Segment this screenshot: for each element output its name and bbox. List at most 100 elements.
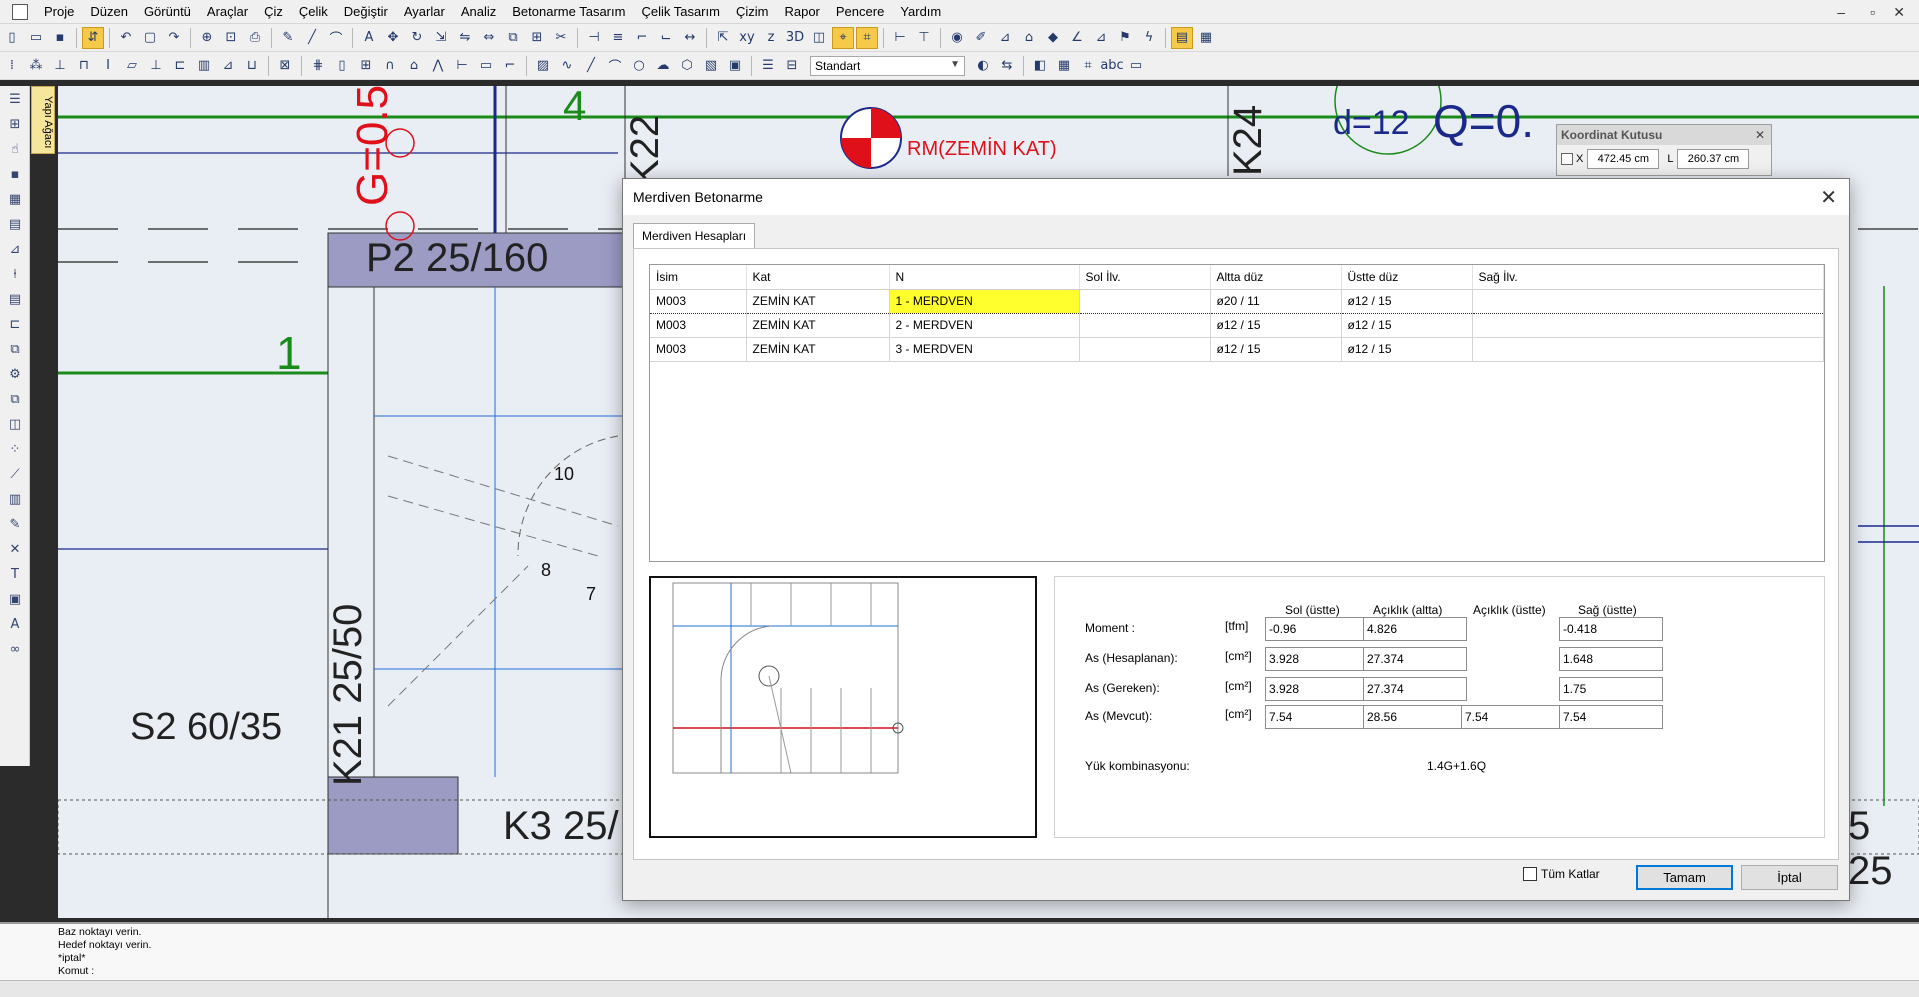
column-header[interactable]: Üstte düz bbox=[1341, 265, 1473, 290]
slab-icon[interactable]: ▱ bbox=[121, 55, 143, 77]
table-row[interactable]: M003 ZEMİN KAT 2 - MERDVEN ø12 / 15 ø12 / 15 bbox=[650, 313, 1824, 338]
hatch-icon[interactable]: ▧ bbox=[700, 55, 722, 77]
column-header[interactable]: Sağ İlv. bbox=[1472, 265, 1824, 290]
zoom-window-icon[interactable]: ⊡ bbox=[220, 27, 242, 49]
paint-icon[interactable]: ▣ bbox=[4, 589, 26, 611]
wall-icon[interactable]: ⊓ bbox=[73, 55, 95, 77]
table-cell[interactable]: 3 - MERDVEN bbox=[889, 337, 1080, 362]
result-field[interactable]: 7.54 bbox=[1265, 705, 1369, 729]
menu-item[interactable]: Pencere bbox=[828, 0, 892, 24]
window-icon[interactable]: ▢ bbox=[139, 27, 161, 49]
menu-item[interactable]: Çelik Tasarım bbox=[633, 0, 728, 24]
table-cell[interactable]: M003 bbox=[650, 288, 747, 314]
table-cell[interactable]: M003 bbox=[650, 337, 747, 362]
bulb-icon[interactable]: ◉ bbox=[946, 27, 968, 49]
pencil-icon[interactable]: ✎ bbox=[277, 27, 299, 49]
all-floors-checkbox[interactable] bbox=[1523, 867, 1537, 881]
menu-item[interactable]: Ayarlar bbox=[396, 0, 453, 24]
table-cell[interactable]: ø12 / 15 bbox=[1341, 313, 1473, 338]
new-file-icon[interactable]: ▯ bbox=[1, 27, 23, 49]
result-field[interactable]: 27.374 bbox=[1363, 677, 1467, 701]
cancel-button[interactable]: İptal bbox=[1741, 865, 1838, 890]
frame-icon[interactable]: ⊠ bbox=[274, 55, 296, 77]
ruler-icon[interactable]: ⊿ bbox=[994, 27, 1016, 49]
table-cell[interactable] bbox=[1079, 313, 1211, 338]
command-area[interactable]: Baz noktayı verin. Hedef noktayı verin. *i… bbox=[0, 922, 1919, 980]
hat-icon[interactable]: ⌂ bbox=[1018, 27, 1040, 49]
columns-icon[interactable]: ▥ bbox=[4, 489, 26, 511]
table-cell[interactable]: ø20 / 11 bbox=[1210, 288, 1342, 314]
elevation-icon[interactable]: ▭ bbox=[475, 55, 497, 77]
bolt-icon[interactable]: ϟ bbox=[1138, 27, 1160, 49]
chart-icon[interactable]: ⊿ bbox=[1090, 27, 1112, 49]
menu-item[interactable]: Proje bbox=[36, 0, 82, 24]
column-header[interactable]: Altta düz bbox=[1210, 265, 1342, 290]
view-icon[interactable]: ◫ bbox=[808, 27, 830, 49]
beam-icon[interactable]: ⊢ bbox=[889, 27, 911, 49]
table-row[interactable]: M003 ZEMİN KAT 3 - MERDVEN ø12 / 15 ø12 / 15 bbox=[650, 337, 1824, 362]
match-icon[interactable]: ⇆ bbox=[996, 55, 1018, 77]
open-folder-icon[interactable]: ▭ bbox=[25, 27, 47, 49]
table-cell[interactable]: 2 - MERDVEN bbox=[889, 313, 1080, 338]
menu-item[interactable]: Araçlar bbox=[199, 0, 256, 24]
column-header[interactable]: Sol İlv. bbox=[1079, 265, 1211, 290]
all-floors-toggle[interactable]: Tüm Katlar bbox=[1523, 867, 1600, 881]
pan-icon[interactable]: ✥ bbox=[382, 27, 404, 49]
mirror-icon[interactable]: ⇋ bbox=[454, 27, 476, 49]
result-field[interactable]: 3.928 bbox=[1265, 647, 1369, 671]
points-icon[interactable]: ⁘ bbox=[4, 439, 26, 461]
table-cell[interactable] bbox=[1472, 337, 1824, 362]
abc-icon[interactable]: abc bbox=[1100, 55, 1123, 77]
brush-icon[interactable]: ✐ bbox=[970, 27, 992, 49]
cross-icon[interactable]: ✕ bbox=[4, 539, 26, 561]
curve-icon[interactable]: ⌒ bbox=[604, 55, 626, 77]
z-axis-icon[interactable]: z bbox=[760, 27, 782, 49]
grid-tool-icon[interactable]: ▦ bbox=[4, 189, 26, 211]
coordinate-checkbox[interactable] bbox=[1561, 153, 1573, 165]
polygon-icon[interactable]: ⬡ bbox=[676, 55, 698, 77]
roof-icon[interactable]: ⌂ bbox=[403, 55, 425, 77]
restore-icon[interactable]: ▫ bbox=[1870, 0, 1875, 24]
app-icon[interactable] bbox=[12, 3, 28, 20]
table-cell[interactable] bbox=[1079, 288, 1211, 314]
select-icon[interactable]: ⇱ bbox=[712, 27, 734, 49]
result-field[interactable]: 27.374 bbox=[1363, 647, 1467, 671]
fillet-icon[interactable]: ⌐ bbox=[631, 27, 653, 49]
column-header[interactable]: İsim bbox=[650, 265, 747, 290]
binoculars-icon[interactable]: ∞ bbox=[4, 639, 26, 661]
column-header[interactable]: N bbox=[889, 265, 1080, 290]
gear-icon[interactable]: ⚙ bbox=[4, 364, 26, 386]
result-field[interactable]: -0.96 bbox=[1265, 617, 1369, 641]
arc-tool-icon[interactable]: ⌒ bbox=[325, 27, 347, 49]
chamfer-icon[interactable]: ⌙ bbox=[655, 27, 677, 49]
palette-icon[interactable]: ◐ bbox=[972, 55, 994, 77]
menu-item[interactable]: Çiz bbox=[256, 0, 291, 24]
close-icon[interactable]: ✕ bbox=[1755, 125, 1765, 145]
polyline-icon[interactable]: ∿ bbox=[556, 55, 578, 77]
copy-floor-icon[interactable]: ⧉ bbox=[4, 339, 26, 361]
layers-icon[interactable]: ☰ bbox=[757, 55, 779, 77]
t-beam-icon[interactable]: T bbox=[4, 564, 26, 586]
3d-icon[interactable]: 3D bbox=[784, 27, 806, 49]
ok-button[interactable]: Tamam bbox=[1636, 865, 1733, 890]
menu-item[interactable]: Görüntü bbox=[136, 0, 199, 24]
result-field[interactable]: 3.928 bbox=[1265, 677, 1369, 701]
model-icon[interactable]: ⌗ bbox=[1077, 55, 1099, 77]
column-icon[interactable]: ⊤ bbox=[913, 27, 935, 49]
door-icon[interactable]: ▯ bbox=[331, 55, 353, 77]
result-field[interactable]: 7.54 bbox=[1559, 705, 1663, 729]
table-cell[interactable] bbox=[1472, 313, 1824, 338]
trim-icon[interactable]: ✂ bbox=[550, 27, 572, 49]
truck-icon[interactable]: ⊔ bbox=[241, 55, 263, 77]
offset-icon[interactable]: ≡ bbox=[607, 27, 629, 49]
layer-icon[interactable]: ▤ bbox=[1171, 26, 1193, 49]
grid-icon[interactable]: ⋕ bbox=[307, 55, 329, 77]
save-icon[interactable]: ▪ bbox=[49, 27, 71, 49]
ramp-icon[interactable]: ⊿ bbox=[217, 55, 239, 77]
menu-item[interactable]: Rapor bbox=[776, 0, 827, 24]
style-icon[interactable]: ⊟ bbox=[781, 55, 803, 77]
pen-icon[interactable]: ✎ bbox=[4, 514, 26, 536]
slab-tool-icon[interactable]: ▤ bbox=[4, 214, 26, 236]
hand-icon[interactable]: ☝ bbox=[4, 139, 26, 161]
text-tool-icon[interactable]: A bbox=[358, 27, 380, 49]
